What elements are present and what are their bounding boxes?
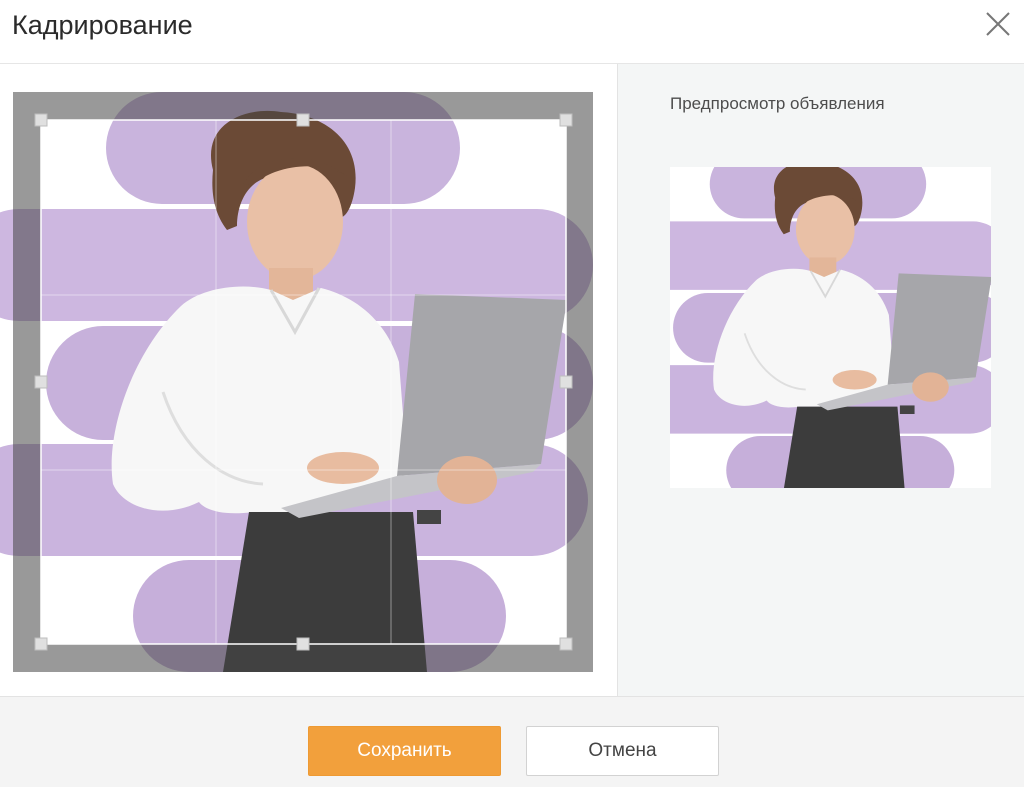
crop-handle-bottom-right[interactable]	[559, 637, 573, 651]
preview-pane: Предпросмотр объявления	[617, 64, 1024, 696]
preview-image	[670, 167, 991, 488]
preview-label: Предпросмотр объявления	[670, 94, 885, 113]
crop-handle-top-right[interactable]	[559, 113, 573, 127]
crop-handle-bottom-left[interactable]	[34, 637, 48, 651]
dialog-footer: Сохранить Отмена	[0, 696, 1024, 787]
crop-source-image	[0, 90, 595, 674]
crop-editor-pane	[0, 64, 617, 696]
save-button[interactable]: Сохранить	[308, 726, 501, 776]
dialog-title: Кадрирование	[12, 10, 193, 40]
crop-handle-right[interactable]	[559, 375, 573, 389]
crop-handle-top[interactable]	[296, 113, 310, 127]
crop-handle-left[interactable]	[34, 375, 48, 389]
cancel-button[interactable]: Отмена	[526, 726, 719, 776]
crop-handle-bottom[interactable]	[296, 637, 310, 651]
crop-handle-top-left[interactable]	[34, 113, 48, 127]
crop-editor[interactable]	[0, 64, 617, 696]
dialog-header: Кадрирование	[0, 0, 1024, 64]
close-icon[interactable]	[984, 10, 1012, 38]
